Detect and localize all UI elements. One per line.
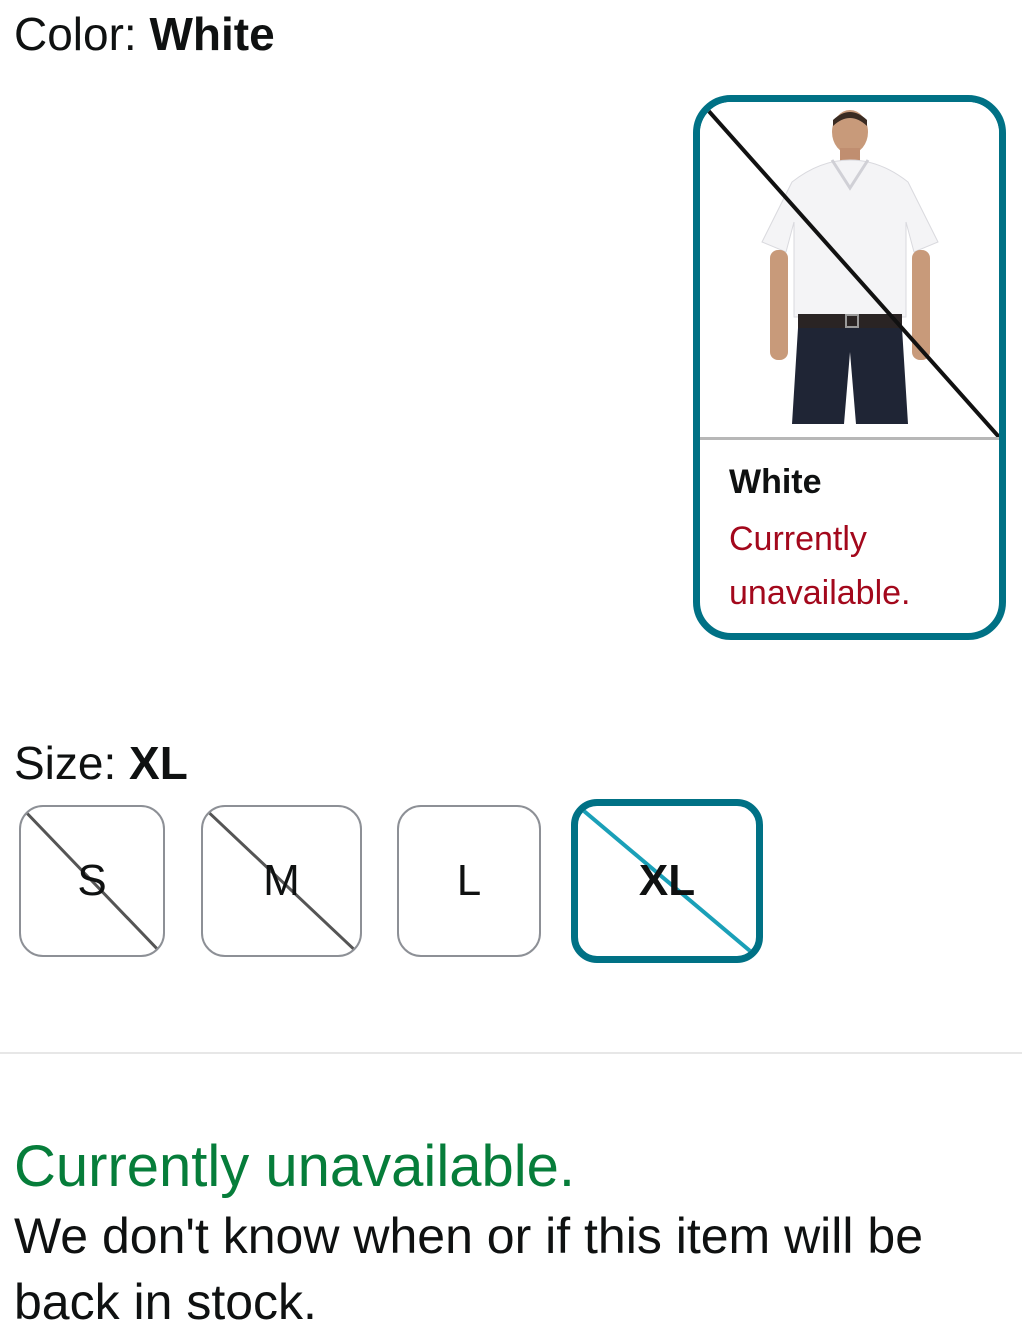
color-label: Color: bbox=[14, 8, 150, 60]
size-option-m[interactable]: M bbox=[201, 805, 362, 957]
size-option-label: L bbox=[456, 856, 482, 905]
swatch-divider bbox=[700, 437, 999, 440]
size-label: Size: bbox=[14, 737, 130, 789]
product-image bbox=[700, 102, 999, 437]
size-option-s[interactable]: S bbox=[19, 805, 165, 957]
unavailable-strike-icon bbox=[704, 106, 999, 437]
size-selection-label: Size: XL bbox=[14, 735, 188, 791]
color-selection-label: Color: White bbox=[14, 6, 275, 62]
swatch-status: Currently unavailable. bbox=[729, 520, 911, 612]
size-option-label: S bbox=[77, 856, 107, 905]
color-value: White bbox=[149, 8, 275, 60]
availability-status: Currently unavailable. bbox=[14, 1134, 575, 1199]
section-divider bbox=[0, 1052, 1022, 1054]
size-option-l[interactable]: L bbox=[397, 805, 541, 957]
size-option-label: XL bbox=[638, 856, 696, 905]
color-swatch-white[interactable]: White Currently unavailable. bbox=[693, 95, 1006, 640]
size-option-label: M bbox=[263, 856, 300, 905]
swatch-name: White bbox=[729, 463, 822, 501]
size-option-xl[interactable]: XL bbox=[571, 799, 763, 963]
size-value: XL bbox=[129, 737, 188, 789]
availability-message: We don't know when or if this item will … bbox=[14, 1208, 924, 1330]
